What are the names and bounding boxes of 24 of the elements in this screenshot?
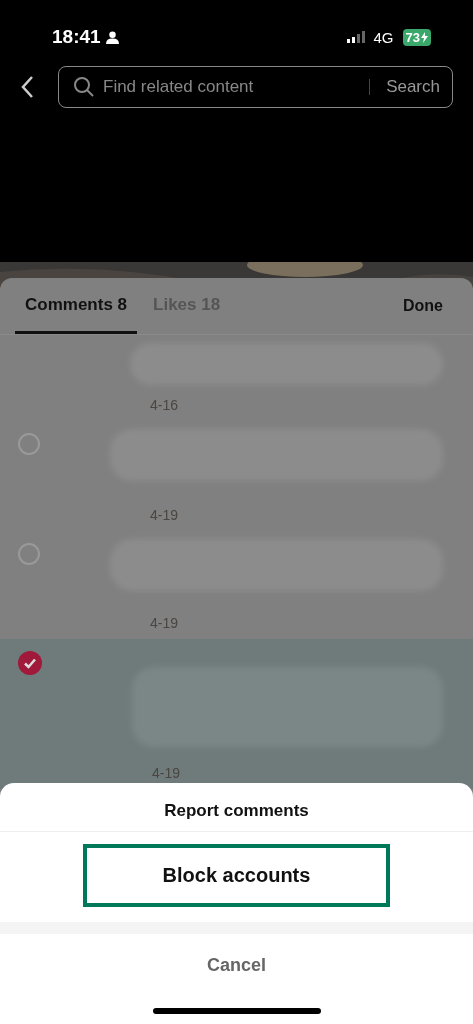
comment-date: 4-16 xyxy=(149,397,180,415)
search-icon xyxy=(73,76,95,98)
signal-icon xyxy=(346,31,365,43)
comment-row[interactable]: 4-16 xyxy=(0,335,473,421)
action-button[interactable]: Block accounts xyxy=(83,843,390,907)
search-button[interactable]: Search xyxy=(386,77,440,97)
comment-date: 4-19 xyxy=(149,507,180,525)
battery-indicator: 73 xyxy=(402,28,431,46)
status-time: 18:41 xyxy=(52,26,101,48)
network-label: 4G xyxy=(373,28,394,46)
comment-date: 4-19 xyxy=(151,765,182,783)
action-button[interactable]: Report comments xyxy=(0,791,473,831)
checkbox[interactable] xyxy=(18,433,40,455)
person-icon xyxy=(105,30,119,44)
tab[interactable]: Comments 8 xyxy=(15,278,138,334)
search-field[interactable]: Find related content Search xyxy=(58,66,453,108)
comment-date: 4-19 xyxy=(149,615,180,633)
comment-row[interactable]: 4-19 xyxy=(0,421,473,531)
comment-row[interactable]: 4-19 xyxy=(0,531,473,639)
checkbox[interactable] xyxy=(18,651,42,675)
cancel-button[interactable]: Cancel xyxy=(0,934,473,996)
done-button[interactable]: Done xyxy=(403,278,443,334)
back-icon[interactable] xyxy=(20,75,34,99)
checkbox[interactable] xyxy=(18,543,40,565)
